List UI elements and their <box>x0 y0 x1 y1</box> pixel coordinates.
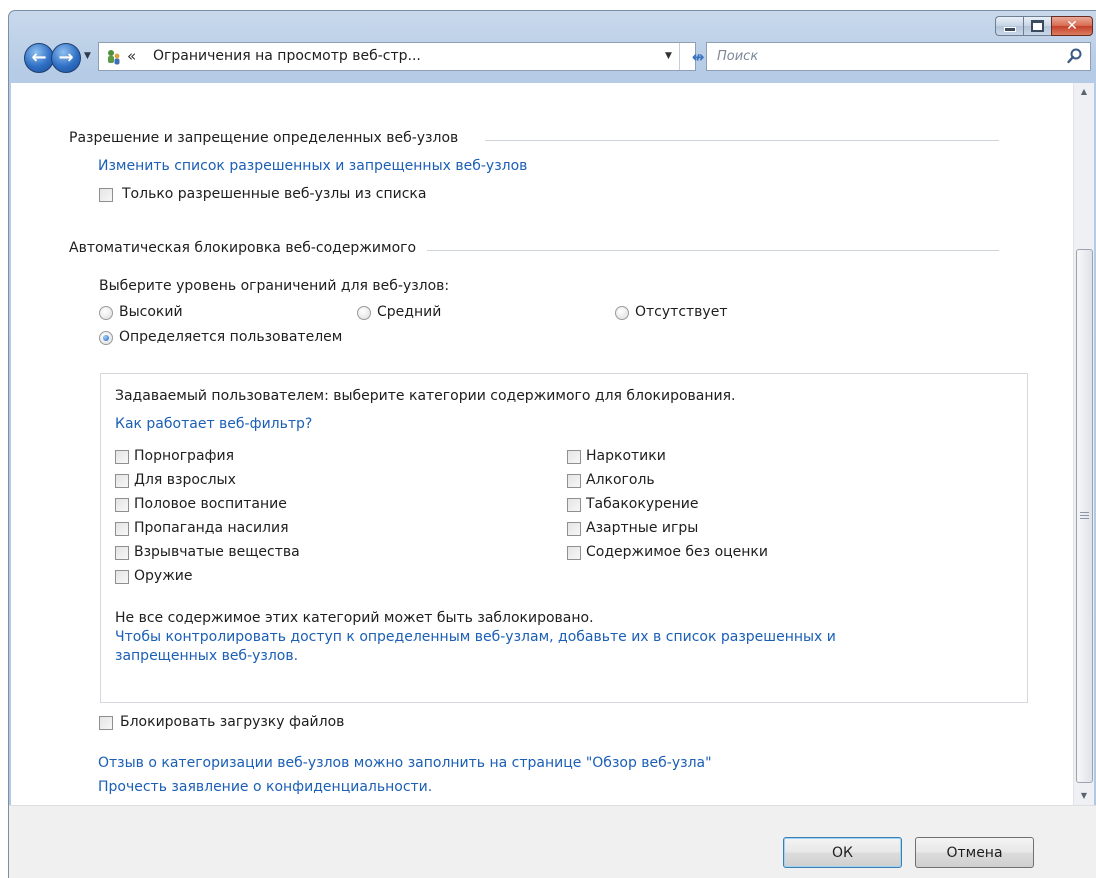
category-checkbox[interactable] <box>115 450 129 464</box>
ok-button[interactable]: ОК <box>783 837 902 868</box>
parental-controls-icon <box>108 50 120 65</box>
refresh-icon: ↮ <box>691 47 705 66</box>
category-label: Азартные игры <box>586 520 699 536</box>
category-label: Половое воспитание <box>134 496 287 512</box>
vertical-scrollbar[interactable]: ▲ ▼ <box>1073 83 1094 805</box>
privacy-statement-link[interactable]: Прочесть заявление о конфиденциальности. <box>98 778 432 796</box>
category-checkbox[interactable] <box>567 474 581 488</box>
section-header-allow-block: Разрешение и запрещение определенных веб… <box>69 130 459 146</box>
category-checkbox[interactable] <box>115 474 129 488</box>
section-header-auto-block: Автоматическая блокировка веб-содержимог… <box>69 240 417 256</box>
block-downloads-checkbox[interactable] <box>99 716 113 730</box>
forward-button[interactable]: → <box>51 43 81 73</box>
minimize-icon <box>1003 26 1016 32</box>
categorization-feedback-link[interactable]: Отзыв о категоризации веб-узлов можно за… <box>98 754 712 772</box>
how-filter-works-link[interactable]: Как работает веб-фильтр? <box>115 415 312 433</box>
category-label: Для взрослых <box>134 472 236 488</box>
address-bar[interactable]: « Ограничения на просмотр веб-стр... ▼ ↮ <box>98 42 704 71</box>
category-label: Пропаганда насилия <box>134 520 289 536</box>
level-none-label: Отсутствует <box>635 304 728 320</box>
separator <box>427 250 999 251</box>
scroll-up-icon[interactable]: ▲ <box>1074 83 1094 101</box>
separator <box>485 140 999 141</box>
level-high-label: Высокий <box>119 304 183 320</box>
grip-icon <box>1080 512 1089 521</box>
scrollbar-thumb[interactable] <box>1076 249 1093 783</box>
back-arrow-icon: ← <box>31 47 47 68</box>
forward-arrow-icon: → <box>58 47 74 68</box>
category-checkbox[interactable] <box>567 522 581 536</box>
custom-description: Задаваемый пользователем: выберите катег… <box>115 388 736 404</box>
dialog-button-bar: ОК Отмена <box>9 805 1096 878</box>
cancel-button[interactable]: Отмена <box>915 837 1034 868</box>
control-access-link-line1[interactable]: Чтобы контролировать доступ к определенн… <box>115 628 836 646</box>
edit-site-list-link[interactable]: Изменить список разрешенных и запрещенны… <box>98 157 527 175</box>
category-checkbox[interactable] <box>567 546 581 560</box>
address-dropdown-icon[interactable]: ▼ <box>665 51 672 61</box>
category-checkbox[interactable] <box>115 498 129 512</box>
search-icon[interactable] <box>1066 47 1084 65</box>
category-checkbox[interactable] <box>115 570 129 584</box>
block-downloads-label: Блокировать загрузку файлов <box>120 714 345 730</box>
address-path[interactable]: Ограничения на просмотр веб-стр... <box>153 48 421 64</box>
caption-buttons: ✕ <box>995 16 1093 36</box>
search-box[interactable]: Поиск <box>706 42 1091 71</box>
category-label: Табакокурение <box>586 496 699 512</box>
breadcrumb-chevron[interactable]: « <box>127 47 136 65</box>
level-custom-label: Определяется пользователем <box>119 329 343 345</box>
close-icon: ✕ <box>1066 18 1078 34</box>
only-allowed-sites-label: Только разрешенные веб-узлы из списка <box>122 186 427 202</box>
content-pane: Разрешение и запрещение определенных веб… <box>11 83 1073 805</box>
maximize-button[interactable] <box>1023 16 1051 36</box>
category-label: Алкоголь <box>586 472 655 488</box>
level-high-radio[interactable] <box>99 306 113 320</box>
category-checkbox[interactable] <box>115 546 129 560</box>
scroll-down-icon[interactable]: ▼ <box>1074 787 1094 805</box>
category-checkbox[interactable] <box>567 498 581 512</box>
not-all-blocked-note: Не все содержимое этих категорий может б… <box>115 610 594 626</box>
restriction-level-prompt: Выберите уровень ограничений для веб-узл… <box>99 278 450 294</box>
category-label: Наркотики <box>586 448 666 464</box>
level-medium-label: Средний <box>377 304 442 320</box>
category-label: Взрывчатые вещества <box>134 544 300 560</box>
category-checkbox[interactable] <box>115 522 129 536</box>
recent-pages-dropdown[interactable]: ▼ <box>84 51 91 61</box>
back-button[interactable]: ← <box>24 43 54 73</box>
category-label: Содержимое без оценки <box>586 544 768 560</box>
close-button[interactable]: ✕ <box>1051 16 1093 36</box>
window: ✕ ← → ▼ « Ограничения на просмотр веб-ст… <box>8 10 1096 878</box>
search-input[interactable]: Поиск <box>717 49 758 64</box>
only-allowed-sites-checkbox[interactable] <box>99 188 113 202</box>
level-custom-radio[interactable] <box>99 331 113 345</box>
level-medium-radio[interactable] <box>357 306 371 320</box>
category-checkbox[interactable] <box>567 450 581 464</box>
category-label: Оружие <box>134 568 193 584</box>
navigation-bar: ← → ▼ « Ограничения на просмотр веб-стр.… <box>9 41 1096 81</box>
level-none-radio[interactable] <box>615 306 629 320</box>
category-label: Порнография <box>134 448 235 464</box>
maximize-icon <box>1031 20 1044 32</box>
minimize-button[interactable] <box>995 16 1023 36</box>
control-access-link-line2[interactable]: запрещенных веб-узлов. <box>115 647 298 665</box>
